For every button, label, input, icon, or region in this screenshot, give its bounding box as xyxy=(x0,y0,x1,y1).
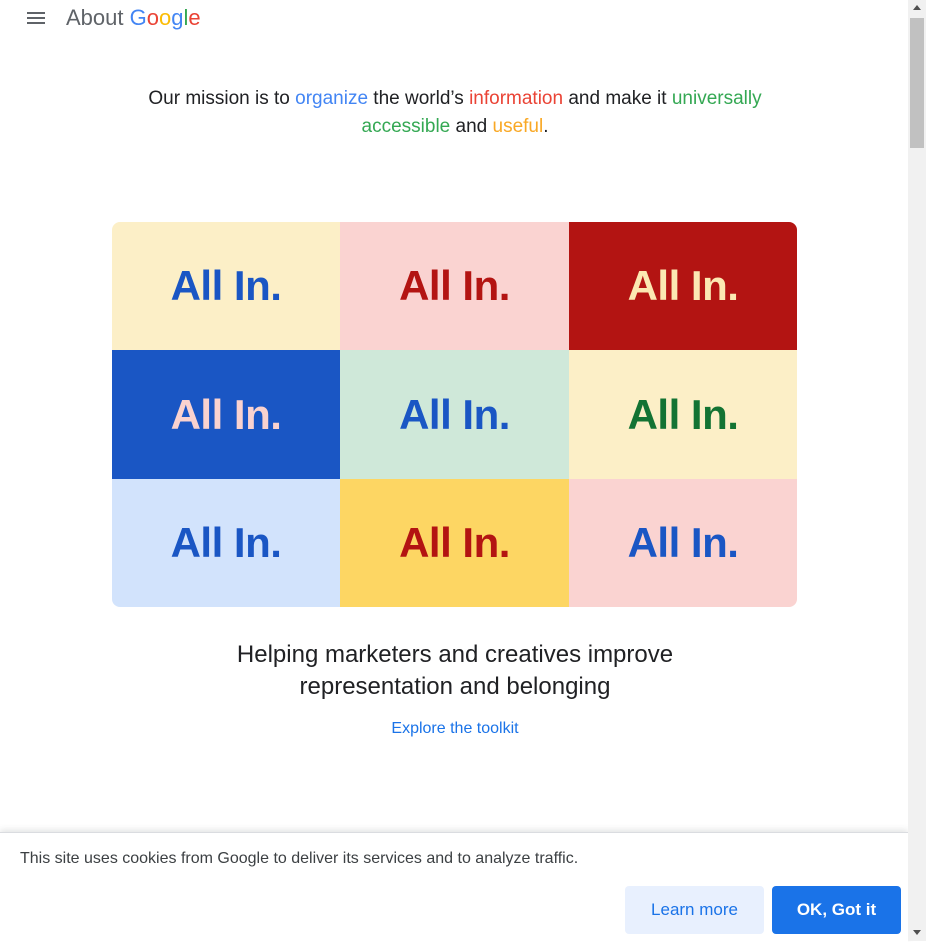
scroll-down-arrow-icon[interactable] xyxy=(908,925,926,941)
tile-label: All In. xyxy=(399,390,510,438)
scrollbar[interactable] xyxy=(908,0,926,941)
mission-statement: Our mission is to organize the world’s i… xyxy=(148,88,762,137)
explore-toolkit-link[interactable]: Explore the toolkit xyxy=(355,720,555,738)
tile-label: All In. xyxy=(170,519,282,566)
tile-label: All In. xyxy=(627,262,739,309)
grid-tile: All In. xyxy=(112,479,340,607)
mission-accessible: accessible xyxy=(361,116,451,137)
grid-tile: All In. xyxy=(569,222,797,350)
grid-tile: All In. xyxy=(340,222,569,350)
hamburger-menu-icon[interactable] xyxy=(24,8,48,30)
mission-useful: useful xyxy=(492,116,544,137)
grid-tile: All In. xyxy=(112,350,340,479)
grid-tile: All In. xyxy=(340,350,569,479)
tagline: Helping marketers and creatives improve … xyxy=(150,639,760,703)
site-header: About Google xyxy=(0,0,908,40)
grid-tile: All In. xyxy=(569,479,797,607)
brand-logo[interactable]: About Google xyxy=(66,5,201,31)
scroll-up-arrow-icon[interactable] xyxy=(908,0,926,16)
grid-tile: All In. xyxy=(112,222,340,350)
tile-label: All In. xyxy=(627,390,739,438)
cookie-text: This site uses cookies from Google to de… xyxy=(20,850,579,867)
tagline-line2: representation and belonging xyxy=(299,673,611,700)
mission-organize: organize xyxy=(295,88,369,109)
mission-information: information xyxy=(469,88,564,109)
grid-tile: All In. xyxy=(569,350,797,479)
scrollbar-thumb[interactable] xyxy=(910,18,924,148)
cookie-banner: This site uses cookies from Google to de… xyxy=(0,832,908,942)
ok-got-it-button[interactable]: OK, Got it xyxy=(772,886,901,934)
brand-google: Google xyxy=(129,5,201,30)
learn-more-button[interactable]: Learn more xyxy=(625,886,764,934)
tile-label: All In. xyxy=(399,262,510,309)
tile-label: All In. xyxy=(170,390,282,438)
brand-about: About xyxy=(66,5,124,30)
grid-tile: All In. xyxy=(340,479,569,607)
mission-universally: universally xyxy=(671,88,762,109)
tile-label: All In. xyxy=(170,262,282,309)
tile-label: All In. xyxy=(627,519,739,566)
tile-label: All In. xyxy=(399,519,510,566)
tagline-line1: Helping marketers and creatives improve xyxy=(236,641,674,668)
all-in-grid: All In. All In. All In. All In. All In. … xyxy=(112,222,797,607)
